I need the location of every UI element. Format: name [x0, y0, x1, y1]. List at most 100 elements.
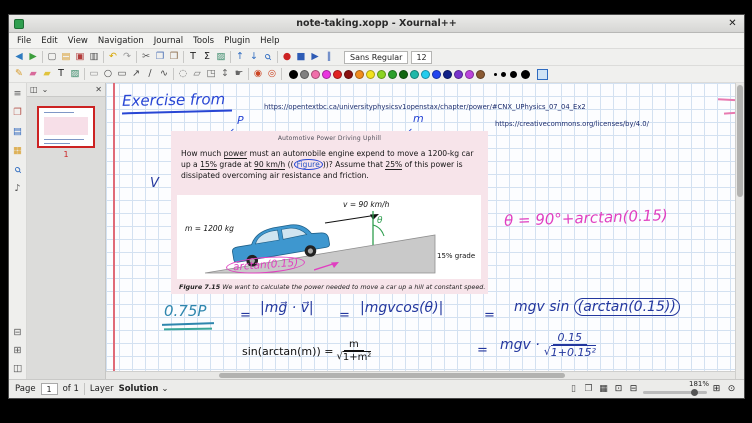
thickness-thick[interactable] — [510, 71, 517, 78]
sidebar-tab-bookmarks-icon[interactable]: ▦ — [11, 144, 25, 158]
color-pink[interactable] — [311, 70, 320, 79]
menu-view[interactable]: View — [63, 34, 93, 48]
shape-recognizer-icon[interactable]: ◉ — [251, 67, 265, 81]
dual-page-view-icon[interactable]: ❐ — [582, 383, 595, 396]
thickness-very-thick[interactable] — [521, 70, 530, 79]
shape-rectangle-icon[interactable]: ▭ — [115, 67, 129, 81]
layout-horizontal-icon[interactable]: ⊟ — [11, 326, 25, 340]
sidebar-tab-search-icon[interactable]: ϙ — [8, 160, 28, 180]
redo-icon[interactable]: ↷ — [120, 50, 134, 64]
color-magenta[interactable] — [322, 70, 331, 79]
vertical-scrollbar[interactable] — [735, 83, 744, 379]
menu-navigation[interactable]: Navigation — [93, 34, 149, 48]
layout-vertical-icon[interactable]: ⊞ — [11, 344, 25, 358]
color-teal[interactable] — [410, 70, 419, 79]
hand-tool-icon[interactable]: ☛ — [232, 67, 246, 81]
color-green[interactable] — [388, 70, 397, 79]
sidebar-tab-preview-icon[interactable]: ❐ — [11, 106, 25, 120]
ruler-icon[interactable]: ▭ — [87, 67, 101, 81]
sidebar-tab-layers-icon[interactable]: ▤ — [11, 125, 25, 139]
thickness-medium[interactable] — [501, 72, 506, 77]
zoom-original-icon[interactable]: ⊙ — [725, 383, 738, 396]
color-yellow[interactable] — [366, 70, 375, 79]
single-page-view-icon[interactable]: ▯ — [567, 383, 580, 396]
color-brown[interactable] — [476, 70, 485, 79]
open-document-icon[interactable]: ▤ — [59, 50, 73, 64]
shape-spline-icon[interactable]: ∿ — [157, 67, 171, 81]
undo-icon[interactable]: ↶ — [106, 50, 120, 64]
color-violet[interactable] — [465, 70, 474, 79]
shape-circle-icon[interactable]: ○ — [101, 67, 115, 81]
layout-pages-icon[interactable]: ◫ — [11, 362, 25, 376]
font-size-spinner[interactable]: 12 — [411, 51, 431, 64]
audio-stop-icon[interactable]: ■ — [294, 50, 308, 64]
vertical-space-icon[interactable]: ↕ — [218, 67, 232, 81]
menu-file[interactable]: File — [12, 34, 36, 48]
preview-panel-icon[interactable]: ◫ — [30, 85, 38, 94]
image-tool-icon[interactable]: ▨ — [68, 67, 82, 81]
page-number-input[interactable]: 1 — [41, 383, 58, 395]
horizontal-scrollbar[interactable] — [106, 371, 735, 379]
cut-icon[interactable]: ✂ — [139, 50, 153, 64]
nav-forward-icon[interactable]: ▶ — [26, 50, 40, 64]
color-black[interactable] — [289, 70, 298, 79]
grid-view-icon[interactable]: ▦ — [597, 383, 610, 396]
audio-play-icon[interactable]: ▶ — [308, 50, 322, 64]
horizontal-scrollbar-thumb[interactable] — [219, 373, 565, 378]
audio-record-icon[interactable]: ● — [280, 50, 294, 64]
drawing-canvas[interactable]: Exercise from https://opentextbc.ca/univ… — [106, 83, 735, 371]
zoom-out-icon[interactable]: ⊟ — [627, 383, 640, 396]
menu-journal[interactable]: Journal — [149, 34, 188, 48]
layer-dropdown[interactable]: Solution ⌄ — [119, 384, 169, 394]
close-icon[interactable]: ✕ — [726, 17, 739, 30]
sidebar-tab-contents-icon[interactable]: ≡ — [11, 87, 25, 101]
new-document-icon[interactable]: ▢ — [45, 50, 59, 64]
audio-pause-icon[interactable]: ∥ — [322, 50, 336, 64]
color-blue[interactable] — [432, 70, 441, 79]
eraser-tool-icon[interactable]: ▰ — [26, 67, 40, 81]
vertical-scrollbar-thumb[interactable] — [737, 85, 743, 197]
zoom-in-icon[interactable]: ⊞ — [710, 383, 723, 396]
text-tool-icon[interactable]: T — [186, 50, 200, 64]
menu-tools[interactable]: Tools — [188, 34, 219, 48]
draw-ellipse-icon[interactable]: ◎ — [265, 67, 279, 81]
color-orange[interactable] — [355, 70, 364, 79]
page-up-icon[interactable]: ↑ — [233, 50, 247, 64]
text-tool-icon[interactable]: T — [54, 67, 68, 81]
select-object-icon[interactable]: ◳ — [204, 67, 218, 81]
license-url[interactable]: https://creativecommons.org/licenses/by/… — [495, 120, 649, 128]
shape-arrow-icon[interactable]: ↗ — [129, 67, 143, 81]
save-icon[interactable]: ▣ — [73, 50, 87, 64]
color-purple[interactable] — [454, 70, 463, 79]
color-cyan[interactable] — [421, 70, 430, 79]
sidebar-tab-audio-icon[interactable]: ♪ — [11, 182, 25, 196]
sidebar-close-icon[interactable]: ✕ — [95, 85, 102, 94]
color-navy[interactable] — [443, 70, 452, 79]
menu-edit[interactable]: Edit — [36, 34, 62, 48]
problem-segment-link-circled[interactable]: Figure — [294, 159, 323, 170]
zoom-slider-thumb[interactable] — [691, 389, 698, 396]
color-lime[interactable] — [377, 70, 386, 79]
shape-line-icon[interactable]: ∕ — [143, 67, 157, 81]
math-tex-icon[interactable]: Σ — [200, 50, 214, 64]
search-icon[interactable]: ϙ — [258, 47, 278, 67]
select-region-icon[interactable]: ◌ — [176, 67, 190, 81]
highlighter-tool-icon[interactable]: ▰ — [40, 67, 54, 81]
color-dark-green[interactable] — [399, 70, 408, 79]
color-dark-red[interactable] — [344, 70, 353, 79]
page-thumbnail[interactable] — [37, 106, 95, 148]
paste-icon[interactable]: ❒ — [167, 50, 181, 64]
zoom-slider[interactable]: 181% — [643, 380, 707, 399]
menu-help[interactable]: Help — [255, 34, 284, 48]
font-button[interactable]: Sans Regular — [344, 51, 408, 64]
color-gray[interactable] — [300, 70, 309, 79]
fill-color-swatch[interactable] — [537, 69, 548, 80]
zoom-fit-icon[interactable]: ⊡ — [612, 383, 625, 396]
copy-icon[interactable]: ❐ — [153, 50, 167, 64]
select-rect-icon[interactable]: ▱ — [190, 67, 204, 81]
sidebar-dropdown-icon[interactable]: ⌄ — [42, 85, 49, 94]
image-icon[interactable]: ▨ — [214, 50, 228, 64]
nav-back-icon[interactable]: ◀ — [12, 50, 26, 64]
color-red[interactable] — [333, 70, 342, 79]
menu-plugin[interactable]: Plugin — [219, 34, 255, 48]
